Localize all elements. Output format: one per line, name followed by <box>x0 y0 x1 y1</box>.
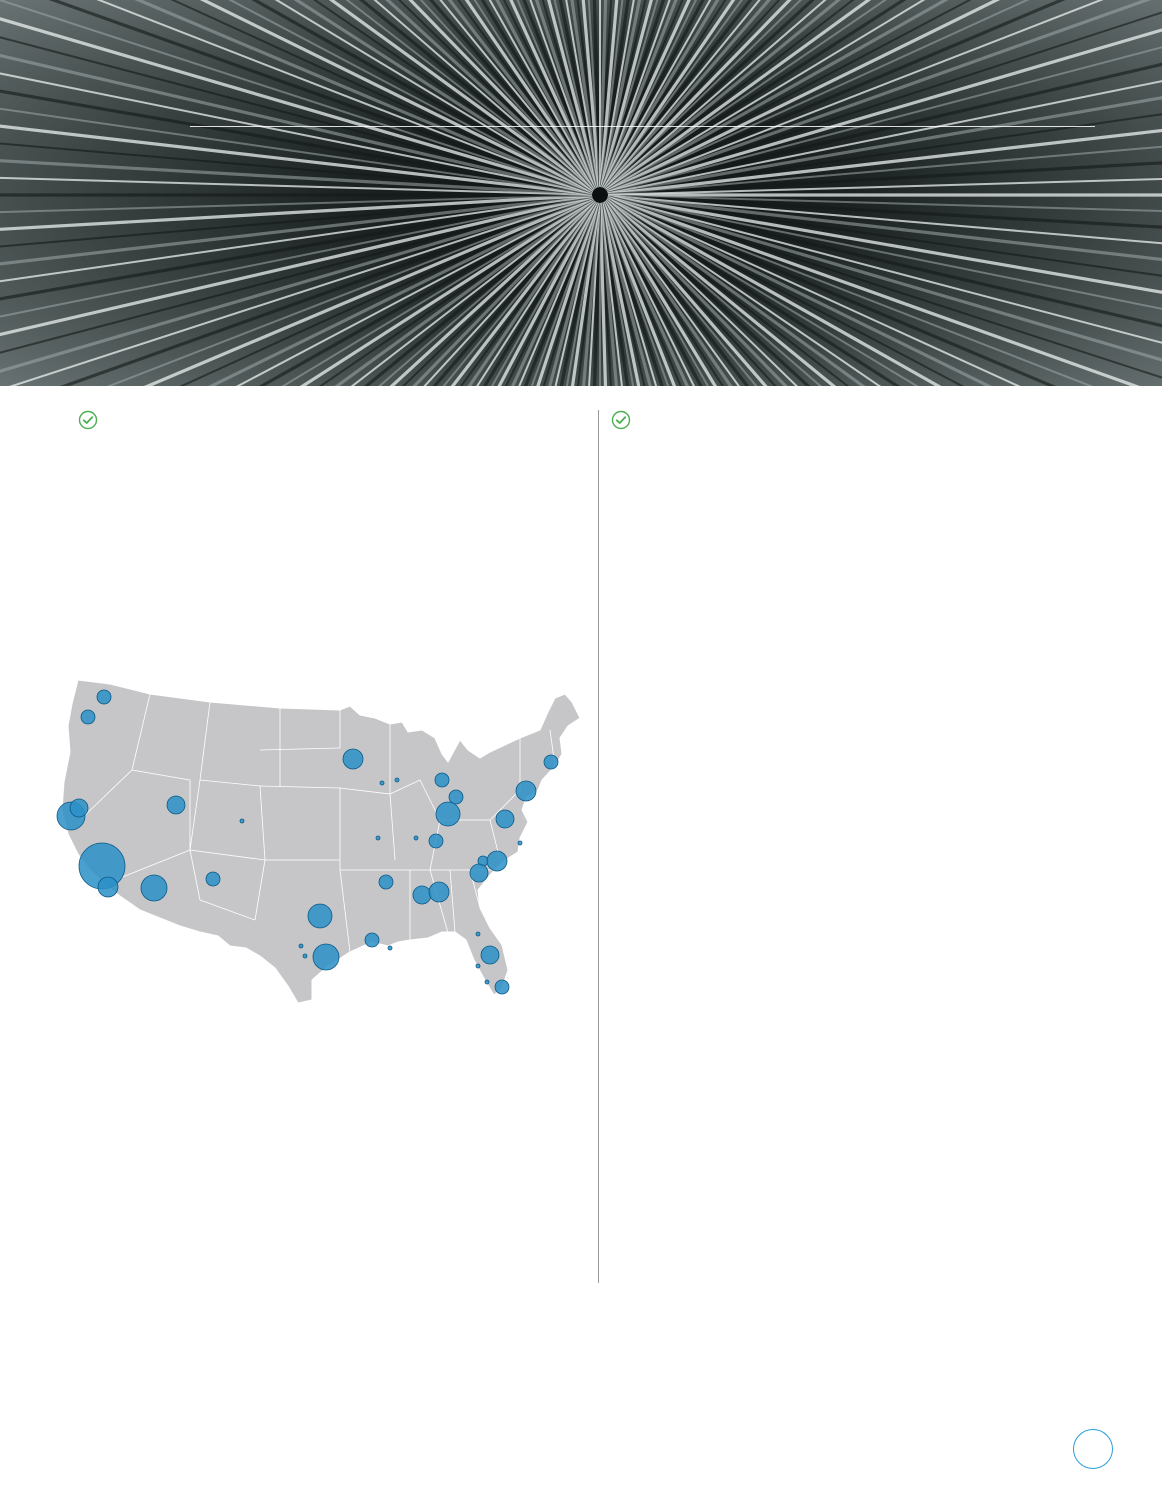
city-bubble <box>448 789 464 805</box>
city-bubble <box>379 780 385 786</box>
city-bubble <box>394 777 400 783</box>
city-bubble <box>387 945 393 951</box>
city-bubble <box>205 871 221 887</box>
city-bubble <box>375 835 381 841</box>
city-bubble <box>69 798 89 818</box>
city-bubble <box>494 979 510 995</box>
city-bubble <box>364 932 380 948</box>
hero-image <box>0 0 1162 386</box>
city-bubble <box>484 979 490 985</box>
city-bubble <box>166 795 186 815</box>
city-bubble <box>428 833 444 849</box>
city-bubble <box>515 780 537 802</box>
city-bubble <box>475 963 481 969</box>
city-bubble <box>469 863 489 883</box>
city-bubble <box>307 903 333 929</box>
us-bubble-map <box>56 679 581 1004</box>
check-circle-icon <box>78 410 98 430</box>
city-bubble <box>475 931 481 937</box>
check-circle-icon <box>611 410 631 430</box>
city-bubble <box>378 874 394 890</box>
city-bubble <box>140 874 168 902</box>
hero-divider-line <box>190 126 1095 127</box>
city-bubble <box>80 709 96 725</box>
city-bubble <box>517 840 523 846</box>
city-bubble <box>96 689 112 705</box>
city-bubble <box>543 754 559 770</box>
city-bubble <box>435 801 461 827</box>
city-bubble <box>97 876 119 898</box>
page-number-badge <box>1073 1429 1113 1469</box>
city-bubble <box>239 818 245 824</box>
city-bubble <box>428 881 450 903</box>
city-bubble <box>480 945 500 965</box>
city-bubble <box>302 953 308 959</box>
city-bubble <box>486 850 508 872</box>
column-divider <box>598 410 599 1283</box>
radial-burst-graphic <box>0 0 1162 386</box>
city-bubble <box>434 772 450 788</box>
city-bubble <box>342 748 364 770</box>
city-bubble <box>298 943 304 949</box>
city-bubble <box>312 943 340 971</box>
city-bubble <box>412 885 432 905</box>
city-bubble <box>413 835 419 841</box>
city-bubble <box>495 809 515 829</box>
